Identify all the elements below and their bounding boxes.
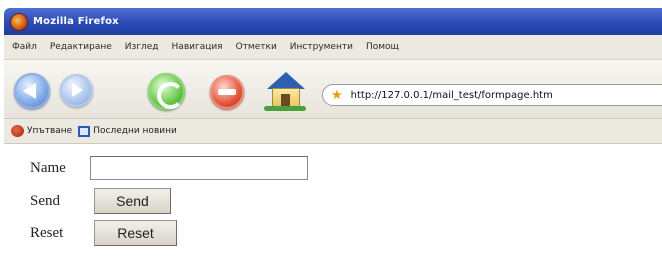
address-bar[interactable]: ★ http://127.0.0.1/mail_test/formpage.ht… <box>322 84 662 106</box>
title-bar: Mozilla Firefox <box>4 8 662 35</box>
firefox-icon <box>11 13 27 30</box>
help-icon <box>11 125 24 137</box>
url-text[interactable]: http://127.0.0.1/mail_test/formpage.htm <box>351 90 553 101</box>
menu-help[interactable]: Помощ <box>366 42 399 52</box>
home-grass <box>264 106 306 111</box>
browser-window: Mozilla Firefox Файл Редактиране Изглед … <box>4 8 662 266</box>
menu-bar: Файл Редактиране Изглед Навигация Отметк… <box>4 35 662 60</box>
reset-row: Reset Reset <box>30 220 177 246</box>
menu-view[interactable]: Изглед <box>125 42 159 52</box>
name-row: Name <box>30 156 308 180</box>
bookmark-label: Последни новини <box>93 126 177 136</box>
reload-icon[interactable] <box>148 73 185 110</box>
name-input[interactable] <box>90 156 308 180</box>
reset-button[interactable]: Reset <box>94 220 177 246</box>
menu-edit[interactable]: Редактиране <box>50 42 112 52</box>
menu-tools[interactable]: Инструменти <box>290 42 353 52</box>
bookmark-label: Упътване <box>27 126 73 136</box>
send-row: Send Send <box>30 188 171 214</box>
rss-feed-icon <box>78 125 91 137</box>
name-label: Name <box>30 159 66 176</box>
menu-file[interactable]: Файл <box>12 42 37 52</box>
bookmark-latest-news[interactable]: Последни новини <box>78 125 177 137</box>
window-title: Mozilla Firefox <box>33 16 119 27</box>
bookmark-star-icon[interactable]: ★ <box>331 89 343 102</box>
reset-label: Reset <box>30 224 64 241</box>
home-roof <box>267 72 305 89</box>
menu-bookmarks[interactable]: Отметки <box>236 42 277 52</box>
page-content: Name Send Send Reset Reset <box>4 144 662 266</box>
bookmark-help[interactable]: Упътване <box>11 125 72 137</box>
send-button[interactable]: Send <box>94 188 171 214</box>
stop-icon[interactable] <box>210 75 244 109</box>
send-label: Send <box>30 192 60 209</box>
menu-navigation[interactable]: Навигация <box>172 42 223 52</box>
back-arrow-icon[interactable] <box>14 73 50 109</box>
forward-arrow-icon[interactable] <box>60 74 93 107</box>
navigation-toolbar: ★ http://127.0.0.1/mail_test/formpage.ht… <box>4 60 662 119</box>
home-icon[interactable] <box>264 72 308 112</box>
bookmarks-toolbar: Упътване Последни новини <box>4 119 662 144</box>
